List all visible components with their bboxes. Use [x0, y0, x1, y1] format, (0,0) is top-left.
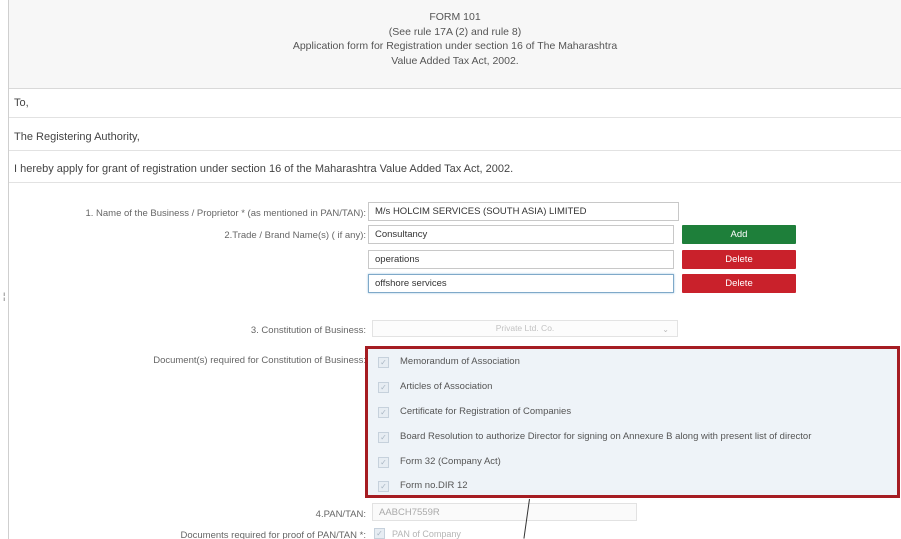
- constitution-value: Private Ltd. Co.: [495, 323, 555, 333]
- doc-item[interactable]: ✓ Form no.DIR 12: [378, 479, 888, 497]
- form-header: FORM 101 (See rule 17A (2) and rule 8) A…: [9, 0, 901, 89]
- doc-item[interactable]: ✓ Memorandum of Association: [378, 355, 888, 373]
- doc-label: Articles of Association: [400, 381, 493, 392]
- constitution-select[interactable]: Private Ltd. Co. ⌄: [372, 320, 678, 337]
- doc-label: Form 32 (Company Act): [400, 456, 501, 467]
- rule-reference: (See rule 17A (2) and rule 8): [388, 26, 522, 38]
- pan-label: 4.PAN/TAN:: [315, 509, 366, 520]
- chevron-down-icon: ⌄: [662, 325, 669, 334]
- pan-docs-value: PAN of Company: [392, 529, 461, 539]
- delete-button-2[interactable]: Delete: [682, 274, 796, 293]
- form-title-line-2: Value Added Tax Act, 2002.: [391, 55, 519, 67]
- divider: [9, 182, 901, 183]
- doc-item[interactable]: ✓ Articles of Association: [378, 380, 888, 398]
- trade-name-input-3[interactable]: offshore services: [368, 274, 674, 293]
- doc-label: Form no.DIR 12: [400, 480, 468, 491]
- check-icon[interactable]: ✓: [378, 407, 389, 418]
- constitution-label: 3. Constitution of Business:: [250, 325, 366, 336]
- pan-input[interactable]: AABCH7559R: [372, 503, 637, 521]
- delete-button-1[interactable]: Delete: [682, 250, 796, 269]
- documents-highlight-box: ✓ Memorandum of Association ✓ Articles o…: [365, 346, 900, 498]
- check-icon[interactable]: ✓: [378, 357, 389, 368]
- trade-name-input-1[interactable]: Consultancy: [368, 225, 674, 244]
- request-line: I hereby apply for grant of registration…: [14, 163, 514, 175]
- check-icon[interactable]: ✓: [378, 382, 389, 393]
- pan-docs-label: Documents required for proof of PAN/TAN …: [180, 530, 366, 539]
- to-line: To,: [14, 97, 29, 109]
- check-icon[interactable]: ✓: [378, 481, 389, 492]
- trade-name-input-2[interactable]: operations: [368, 250, 674, 269]
- doc-label: Certificate for Registration of Companie…: [400, 406, 572, 417]
- form-title-line-1: Application form for Registration under …: [292, 40, 618, 52]
- divider: [9, 150, 901, 151]
- form-number: FORM 101: [429, 11, 481, 23]
- margin-mark: ¦: [3, 291, 6, 301]
- check-icon[interactable]: ✓: [378, 457, 389, 468]
- check-icon[interactable]: ✓: [374, 528, 385, 539]
- doc-item[interactable]: ✓ Form 32 (Company Act): [378, 455, 888, 473]
- doc-label: Memorandum of Association: [400, 356, 520, 367]
- check-icon[interactable]: ✓: [378, 432, 389, 443]
- authority-line: The Registering Authority,: [14, 131, 140, 143]
- doc-item[interactable]: ✓ Board Resolution to authorize Director…: [378, 430, 888, 448]
- divider: [9, 117, 901, 118]
- doc-item[interactable]: ✓ Certificate for Registration of Compan…: [378, 405, 888, 423]
- docs-label: Document(s) required for Constitution of…: [153, 355, 366, 366]
- business-name-input[interactable]: M/s HOLCIM SERVICES (SOUTH ASIA) LIMITED: [368, 202, 679, 221]
- business-name-label: 1. Name of the Business / Proprietor * (…: [85, 208, 366, 219]
- trade-name-label: 2.Trade / Brand Name(s) ( if any):: [224, 230, 366, 241]
- add-button[interactable]: Add: [682, 225, 796, 244]
- doc-label: Board Resolution to authorize Director f…: [400, 431, 812, 442]
